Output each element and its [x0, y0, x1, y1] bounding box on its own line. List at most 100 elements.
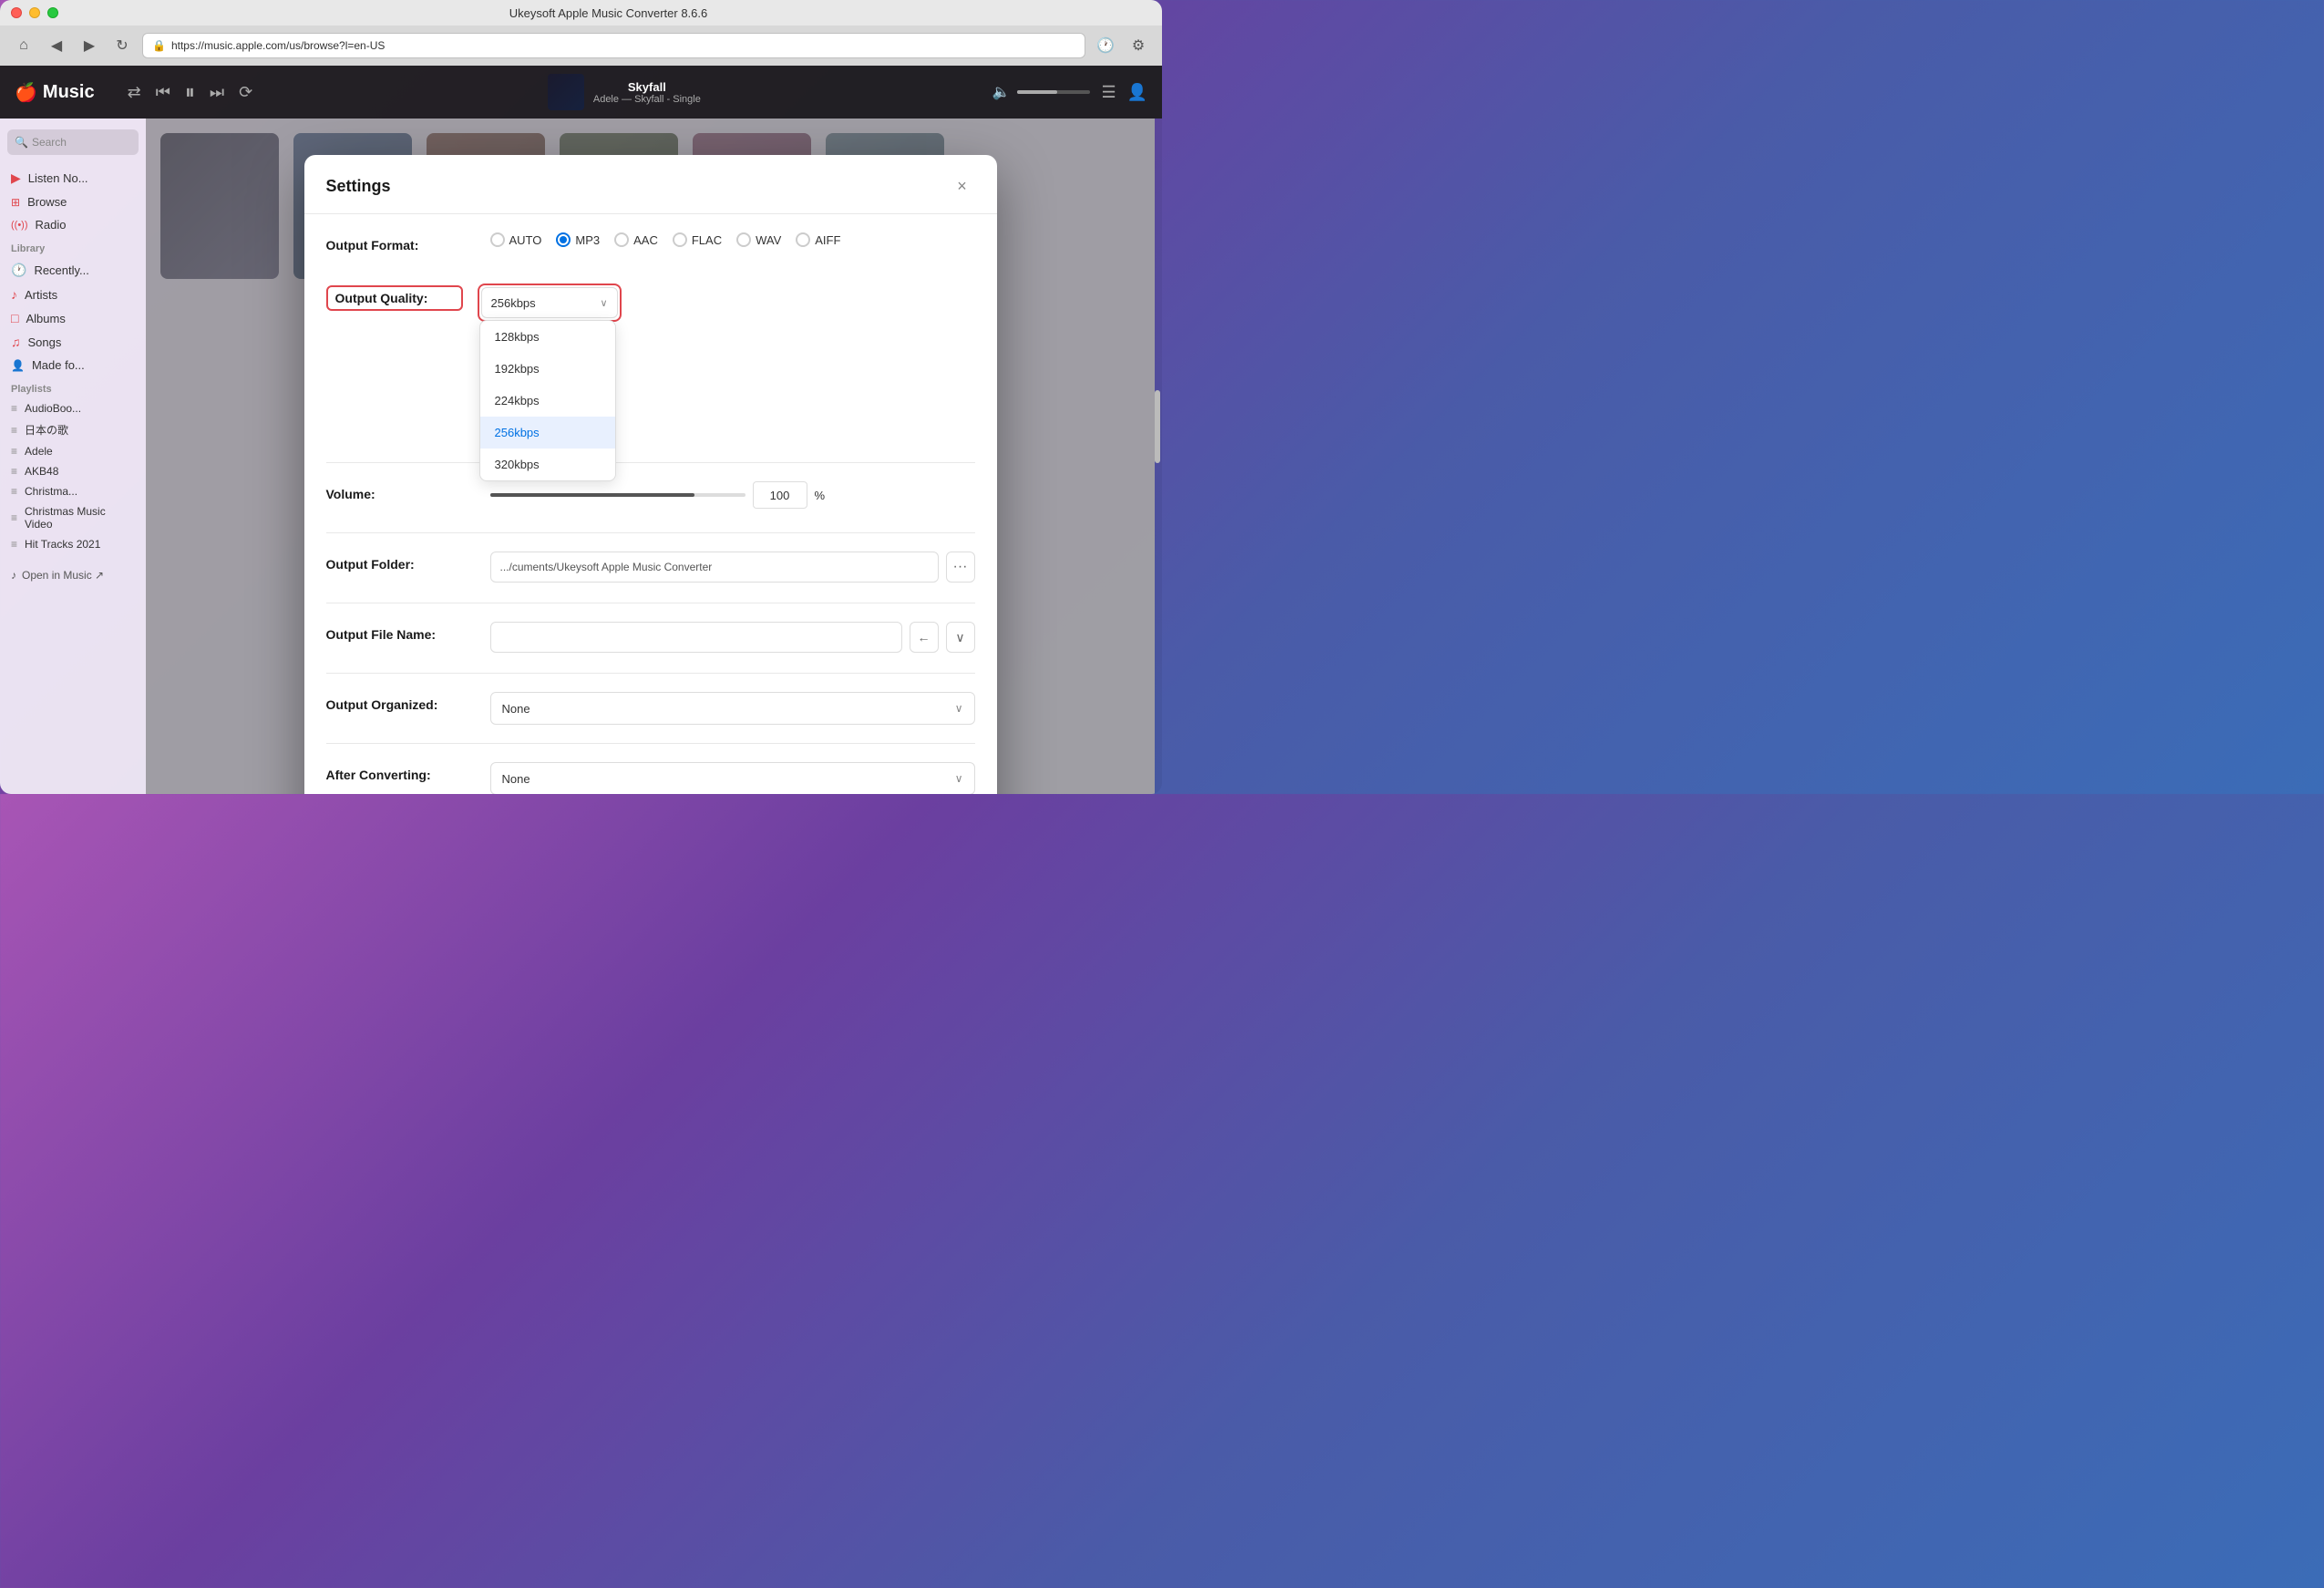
after-converting-chevron-icon: ∨ [955, 772, 963, 785]
songs-icon: ♫ [11, 335, 21, 349]
folder-path-input[interactable]: .../cuments/Ukeysoft Apple Music Convert… [490, 552, 939, 583]
christmas-icon: ≡ [11, 485, 17, 498]
format-mp3-radio[interactable] [556, 232, 571, 247]
forward-button[interactable]: ▶ [77, 33, 102, 58]
format-aiff-option[interactable]: AIFF [796, 232, 840, 247]
history-button[interactable]: 🕐 [1093, 33, 1118, 58]
address-bar[interactable]: 🔒 https://music.apple.com/us/browse?l=en… [142, 33, 1085, 58]
maximize-button[interactable] [47, 7, 58, 18]
filename-back-button[interactable]: ← [910, 622, 939, 653]
format-auto-radio[interactable] [490, 232, 505, 247]
sidebar-item-made-for[interactable]: 👤 Made fo... [0, 354, 146, 376]
sidebar-item-audiobooks[interactable]: ≡ AudioBoo... [0, 398, 146, 418]
format-wav-label: WAV [756, 233, 781, 247]
scrollbar-thumb [1155, 390, 1160, 463]
sidebar: 🔍 Search ▶ Listen No... ⊞ Browse ((•)) R… [0, 119, 146, 794]
minimize-button[interactable] [29, 7, 40, 18]
volume-slider[interactable] [1017, 90, 1090, 94]
output-organized-select[interactable]: None ∨ [490, 692, 975, 725]
output-organized-label: Output Organized: [326, 692, 490, 712]
adele-icon: ≡ [11, 445, 17, 458]
folder-browse-button[interactable]: ··· [946, 552, 975, 583]
modal-close-button[interactable]: × [950, 173, 975, 199]
volume-divider [326, 462, 975, 463]
home-button[interactable]: ⌂ [11, 33, 36, 58]
sidebar-item-albums[interactable]: □ Albums [0, 306, 146, 330]
format-wav-radio[interactable] [736, 232, 751, 247]
volume-control: 100 % [490, 481, 975, 509]
browser-settings-button[interactable]: ⚙ [1126, 33, 1151, 58]
quality-option-224[interactable]: 224kbps [480, 385, 615, 417]
prev-button[interactable]: ⏮ [152, 79, 174, 106]
transport-controls: ⇄ ⏮ ⏸ ⏭ ⟳ [124, 77, 257, 108]
sidebar-item-radio[interactable]: ((•)) Radio [0, 213, 146, 236]
quality-option-128[interactable]: 128kbps [480, 321, 615, 353]
playlist-icon[interactable]: ☰ [1101, 83, 1116, 102]
sidebar-item-listen-now[interactable]: ▶ Listen No... [0, 166, 146, 191]
folder-divider [326, 532, 975, 533]
settings-modal: Settings × Output Format: [304, 155, 997, 794]
sidebar-item-akb48[interactable]: ≡ AKB48 [0, 461, 146, 481]
right-scrollbar[interactable] [1155, 119, 1162, 794]
sidebar-item-christmas-video[interactable]: ≡ Christmas Music Video [0, 501, 146, 534]
format-aac-option[interactable]: AAC [614, 232, 658, 247]
sidebar-item-recently[interactable]: 🕐 Recently... [0, 258, 146, 283]
format-flac-radio[interactable] [673, 232, 687, 247]
filename-input[interactable] [490, 622, 902, 653]
output-quality-label: Output Quality: [326, 285, 463, 311]
quality-select[interactable]: 256kbps ∨ [481, 287, 618, 318]
output-folder-row: Output Folder: .../cuments/Ukeysoft Appl… [326, 552, 975, 584]
repeat-button[interactable]: ⟳ [235, 79, 256, 106]
back-button[interactable]: ◀ [44, 33, 69, 58]
user-avatar-icon[interactable]: 👤 [1127, 83, 1147, 102]
output-quality-control: 256kbps ∨ 128kbps 192kbps 224kbps [478, 284, 975, 322]
refresh-button[interactable]: ↻ [109, 33, 135, 58]
open-in-music-icon: ♪ [11, 569, 16, 582]
sidebar-item-hit-tracks[interactable]: ≡ Hit Tracks 2021 [0, 534, 146, 554]
volume-value[interactable]: 100 [753, 481, 807, 509]
format-mp3-option[interactable]: MP3 [556, 232, 600, 247]
format-wav-option[interactable]: WAV [736, 232, 781, 247]
hit-tracks-icon: ≡ [11, 538, 17, 551]
volume-slider-bar[interactable] [490, 493, 746, 497]
sidebar-label-recently: Recently... [34, 263, 88, 277]
sidebar-item-browse[interactable]: ⊞ Browse [0, 191, 146, 213]
organized-chevron-icon: ∨ [955, 702, 963, 715]
music-logo-text: Music [43, 82, 95, 103]
search-placeholder: Search [32, 136, 67, 149]
output-format-label: Output Format: [326, 232, 490, 253]
format-flac-option[interactable]: FLAC [673, 232, 722, 247]
shuffle-button[interactable]: ⇄ [124, 79, 145, 106]
made-for-icon: 👤 [11, 359, 25, 372]
filename-arrow-button[interactable]: ∨ [946, 622, 975, 653]
modal-overlay: Settings × Output Format: [146, 119, 1155, 794]
browser-bar: ⌂ ◀ ▶ ↻ 🔒 https://music.apple.com/us/bro… [0, 26, 1162, 66]
sidebar-item-japanese[interactable]: ≡ 日本の歌 [0, 418, 146, 441]
format-aac-radio[interactable] [614, 232, 629, 247]
after-divider [326, 743, 975, 744]
quality-selected-value: 256kbps [491, 296, 536, 310]
quality-option-192[interactable]: 192kbps [480, 353, 615, 385]
sidebar-label-browse: Browse [27, 195, 67, 209]
play-pause-button[interactable]: ⏸ [181, 77, 199, 108]
sidebar-item-artists[interactable]: ♪ Artists [0, 283, 146, 306]
sidebar-item-adele[interactable]: ≡ Adele [0, 441, 146, 461]
after-converting-select[interactable]: None ∨ [490, 762, 975, 794]
quality-option-320[interactable]: 320kbps [480, 449, 615, 480]
sidebar-item-songs[interactable]: ♫ Songs [0, 330, 146, 354]
sidebar-label-listen-now: Listen No... [28, 171, 88, 185]
browse-icon: ⊞ [11, 196, 20, 209]
output-folder-label: Output Folder: [326, 552, 490, 572]
output-filename-control: ← ∨ [490, 622, 975, 653]
search-box[interactable]: 🔍 Search [7, 129, 139, 155]
recently-icon: 🕐 [11, 263, 26, 278]
open-in-music[interactable]: ♪ Open in Music ↗ [0, 562, 146, 589]
next-button[interactable]: ⏭ [206, 79, 228, 106]
format-aiff-radio[interactable] [796, 232, 810, 247]
quality-option-256[interactable]: 256kbps [480, 417, 615, 449]
track-info: Skyfall Adele — Skyfall - Single [593, 80, 701, 105]
close-button[interactable] [11, 7, 22, 18]
format-auto-option[interactable]: AUTO [490, 232, 542, 247]
percent-label: % [815, 489, 826, 502]
sidebar-item-christmas[interactable]: ≡ Christma... [0, 481, 146, 501]
